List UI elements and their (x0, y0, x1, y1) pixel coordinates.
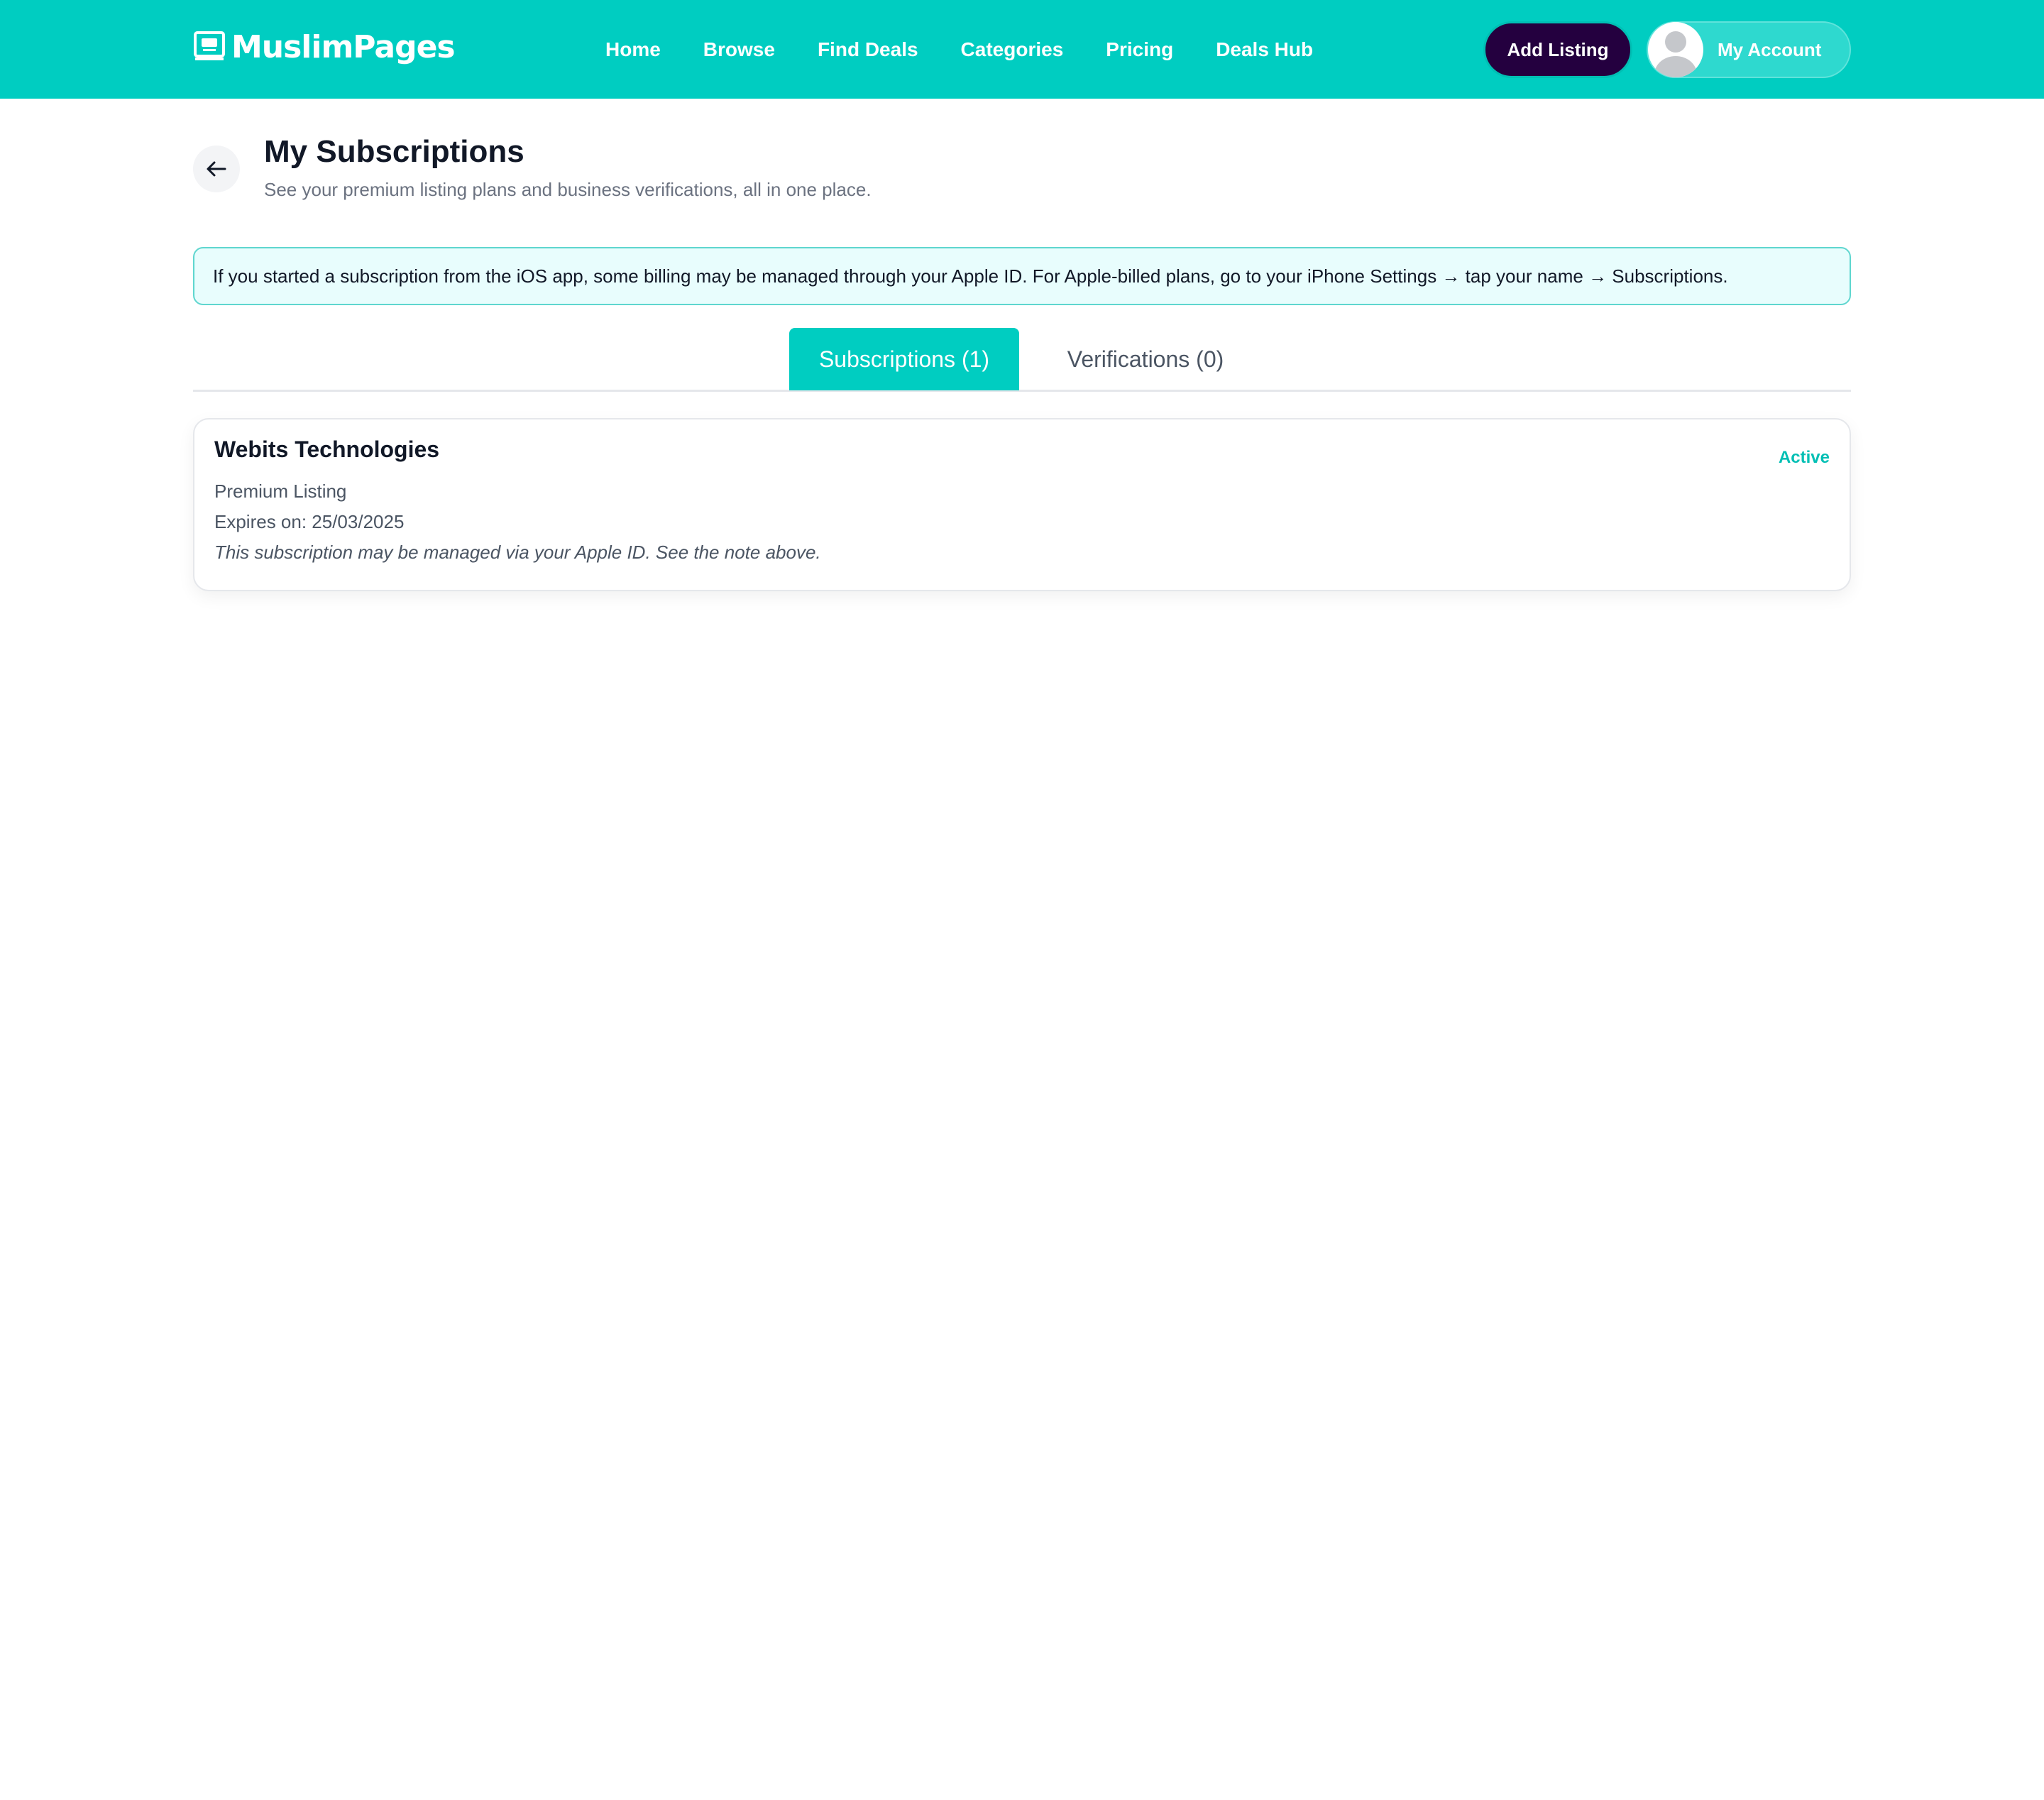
plan-name: Premium Listing (214, 481, 347, 502)
tab-subscriptions[interactable]: Subscriptions (1) (789, 328, 1019, 390)
nav-deals-hub[interactable]: Deals Hub (1216, 38, 1313, 61)
add-listing-button[interactable]: Add Listing (1483, 21, 1632, 78)
book-logo-icon (194, 31, 225, 60)
nav-pricing[interactable]: Pricing (1106, 38, 1173, 61)
nav-categories[interactable]: Categories (961, 38, 1064, 61)
my-account-label: My Account (1718, 38, 1822, 60)
nav-browse[interactable]: Browse (703, 38, 775, 61)
status-badge: Active (1778, 448, 1830, 467)
page-subtitle: See your premium listing plans and busin… (264, 179, 872, 200)
top-header: MuslimPages Home Browse Find Deals Categ… (0, 0, 2044, 99)
apple-billing-notice: If you started a subscription from the i… (193, 247, 1851, 305)
notice-text: If you started a subscription from the i… (213, 265, 1728, 287)
apple-managed-note: This subscription may be managed via you… (214, 542, 821, 563)
expiry-date: Expires on: 25/03/2025 (214, 511, 405, 532)
my-account-button[interactable]: My Account (1647, 21, 1851, 78)
business-name: Webits Technologies (214, 437, 440, 462)
user-placeholder-icon (1654, 31, 1697, 77)
subscription-card: Webits Technologies Active Premium Listi… (193, 418, 1851, 591)
logo-text: MuslimPages (231, 28, 456, 65)
back-button[interactable] (193, 146, 240, 192)
nav-home[interactable]: Home (605, 38, 661, 61)
avatar (1648, 22, 1703, 77)
arrow-left-icon (207, 161, 226, 177)
nav-find-deals[interactable]: Find Deals (818, 38, 918, 61)
tab-verifications[interactable]: Verifications (0) (1040, 328, 1251, 390)
logo[interactable]: MuslimPages (193, 27, 456, 67)
main-nav: Home Browse Find Deals Categories Pricin… (605, 33, 1356, 67)
page-title: My Subscriptions (264, 134, 524, 169)
tabs-divider (193, 390, 1851, 392)
